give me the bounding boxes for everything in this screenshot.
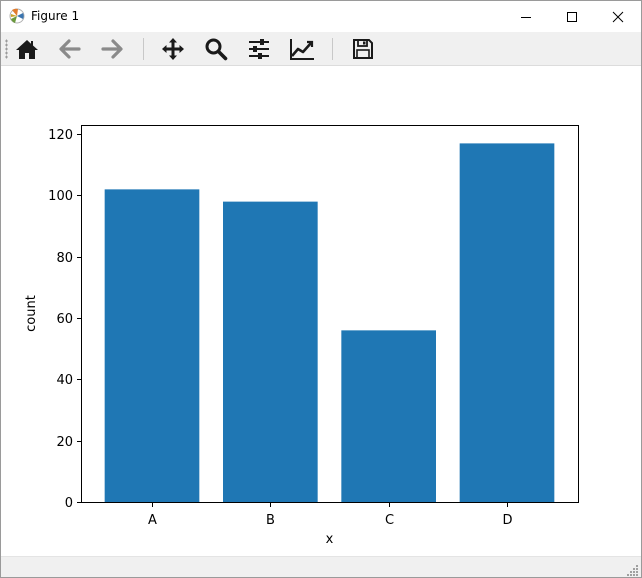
save-button[interactable] — [348, 35, 378, 63]
title-bar[interactable]: Figure 1 — [1, 1, 641, 32]
y-tick-label: 100 — [48, 189, 73, 204]
magnifier-icon — [205, 38, 228, 61]
y-axis-label: count — [24, 295, 39, 332]
subplots-button[interactable] — [244, 35, 274, 63]
status-bar — [1, 556, 641, 577]
pan-button[interactable] — [158, 35, 188, 63]
home-icon — [16, 40, 38, 59]
figure-canvas[interactable]: 0 20 40 60 80 100 120 A B C Dx count — [1, 66, 641, 556]
sliders-icon — [249, 39, 269, 59]
x-tick-label: A — [148, 513, 157, 528]
toolbar-separator — [143, 38, 144, 60]
figure-window: Figure 1 0 20 40 60 80 100 120 A B C D x… — [0, 0, 642, 578]
arrow-right-icon — [101, 39, 123, 59]
x-tick-label: B — [266, 513, 275, 528]
arrow-left-icon — [59, 39, 81, 59]
maximize-icon — [567, 11, 577, 22]
toolbar-separator — [332, 38, 333, 60]
bar-B — [223, 201, 318, 502]
y-tick-label: 0 — [65, 496, 73, 511]
resize-grip-icon[interactable] — [627, 564, 639, 576]
customize-button[interactable] — [287, 35, 317, 63]
bar-D — [459, 143, 555, 502]
minimize-icon — [521, 16, 531, 18]
home-button[interactable] — [12, 35, 42, 63]
line-chart-icon — [290, 39, 314, 60]
y-tick-label: 40 — [56, 373, 73, 388]
minimize-button[interactable] — [503, 1, 549, 32]
toolbar-grip[interactable] — [5, 39, 8, 59]
bar-A — [104, 189, 200, 502]
x-axis-label: x — [326, 532, 334, 547]
matplotlib-logo-icon — [9, 8, 25, 24]
y-tick-label: 120 — [48, 128, 73, 143]
floppy-disk-icon — [353, 39, 373, 59]
close-button[interactable] — [595, 1, 641, 32]
navigation-toolbar — [1, 32, 641, 66]
y-tick-label: 80 — [56, 251, 73, 266]
y-tick-label: 20 — [56, 435, 73, 450]
back-button[interactable] — [55, 35, 85, 63]
move-icon — [162, 38, 184, 60]
window-title: Figure 1 — [31, 9, 80, 23]
bar-C — [341, 330, 436, 502]
close-icon — [612, 11, 624, 22]
x-tick-label: D — [502, 513, 512, 528]
y-tick-label: 60 — [56, 312, 73, 327]
forward-button[interactable] — [97, 35, 127, 63]
bar-chart: 0 20 40 60 80 100 120 A B C Dx count — [24, 125, 579, 547]
maximize-button[interactable] — [549, 1, 595, 32]
zoom-button[interactable] — [201, 35, 231, 63]
x-tick-label: C — [385, 513, 394, 528]
